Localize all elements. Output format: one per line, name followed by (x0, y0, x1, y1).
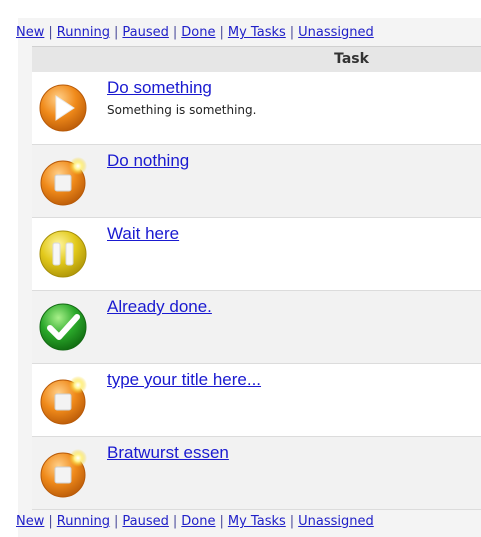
filter-new-link[interactable]: New (16, 25, 44, 40)
task-title-link[interactable]: Wait here (107, 224, 179, 244)
task-rows: Do something Something is something. Do … (32, 72, 481, 510)
table-row: Wait here (32, 218, 481, 291)
table-row: Do nothing (32, 145, 481, 218)
new-stop-icon[interactable] (38, 448, 88, 498)
filter-running-link[interactable]: Running (57, 514, 110, 529)
filter-running-link[interactable]: Running (57, 25, 110, 40)
new-stop-icon[interactable] (38, 375, 88, 425)
task-title-link[interactable]: Bratwurst essen (107, 443, 229, 463)
pause-icon[interactable] (38, 229, 88, 279)
table-row: Bratwurst essen (32, 437, 481, 510)
filter-new-link[interactable]: New (16, 514, 44, 529)
play-icon[interactable] (38, 83, 88, 133)
filter-my-tasks-link[interactable]: My Tasks (228, 25, 286, 40)
table-row: type your title here... (32, 364, 481, 437)
table-row: Do something Something is something. (32, 72, 481, 145)
filter-done-link[interactable]: Done (181, 514, 215, 529)
task-description: Something is something. (107, 103, 257, 117)
task-title-link[interactable]: Do something (107, 78, 212, 98)
filter-bar-top: New | Running | Paused | Done | My Tasks | Unassig… (16, 25, 374, 40)
filter-unassigned-link[interactable]: Unassigned (298, 514, 374, 529)
filter-paused-link[interactable]: Paused (122, 514, 168, 529)
filter-unassigned-link[interactable]: Unassigned (298, 25, 374, 40)
new-stop-icon[interactable] (38, 156, 88, 206)
task-title-link[interactable]: Do nothing (107, 151, 189, 171)
filter-paused-link[interactable]: Paused (122, 25, 168, 40)
task-title-link[interactable]: type your title here... (107, 370, 261, 390)
filter-done-link[interactable]: Done (181, 25, 215, 40)
filter-my-tasks-link[interactable]: My Tasks (228, 514, 286, 529)
task-title-link[interactable]: Already done. (107, 297, 212, 317)
table-row: Already done. (32, 291, 481, 364)
filter-bar-bottom: New | Running | Paused | Done | My Tasks | Unassig… (16, 514, 374, 529)
task-column-header: Task (334, 51, 369, 67)
table-header: Task (32, 46, 481, 73)
checkmark-icon[interactable] (38, 302, 88, 352)
